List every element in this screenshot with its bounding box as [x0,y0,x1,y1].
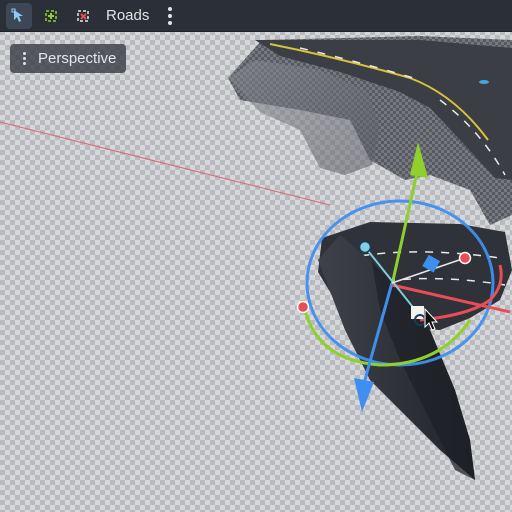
perspective-label: Perspective [38,50,117,67]
vertical-ellipsis-icon [168,6,173,11]
remove-point-icon [77,9,89,22]
plugin-title: Roads [106,7,150,24]
3d-viewport[interactable] [0,0,512,512]
control-point-handle[interactable] [358,240,372,254]
ellipsis-dot [168,13,173,18]
add-point-icon [45,9,57,22]
perspective-menu-button[interactable]: Perspective [10,44,127,73]
x-rotate-handle[interactable] [458,251,472,265]
add-point-button[interactable] [38,3,64,29]
ellipsis-dot [22,57,26,60]
vertical-ellipsis-icon [22,52,26,55]
toolbar-menu-button[interactable] [161,3,179,29]
viewport-toolbar: Roads [0,0,512,32]
perspective-menu-icon [18,49,30,69]
editor-root: Roads Perspective [0,0,512,512]
x-rotate-handle-2[interactable] [296,300,310,314]
ellipsis-dot [22,62,26,65]
select-tool-button[interactable] [6,2,32,29]
select-node-icon [11,8,23,22]
selected-point-square[interactable] [411,306,424,319]
road-marker [479,80,489,84]
remove-point-button[interactable] [70,3,96,29]
ellipsis-dot [168,20,173,25]
